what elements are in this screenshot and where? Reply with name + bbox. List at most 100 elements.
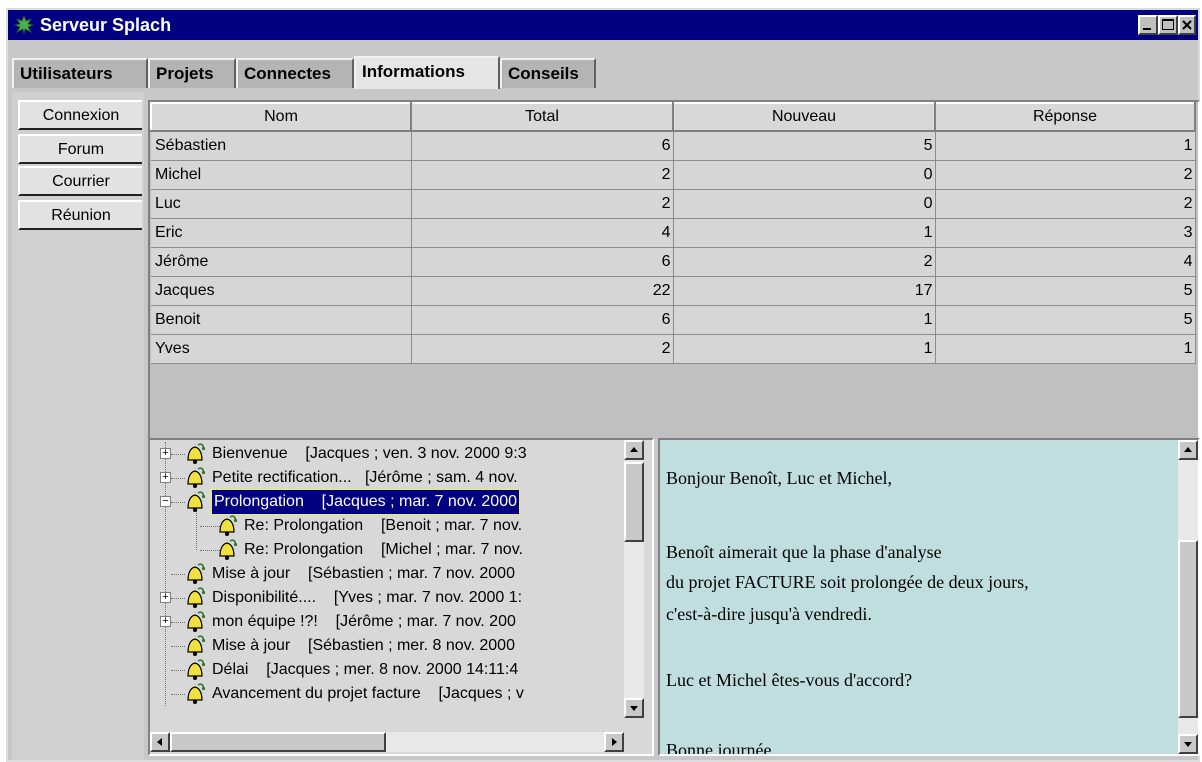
scroll-up-button[interactable] xyxy=(624,440,644,460)
tree-reply-item[interactable]: Re: Prolongation [Michel ; mar. 7 nov. xyxy=(152,538,622,562)
table-row[interactable]: Michel 2 0 2 xyxy=(151,160,1196,190)
expand-icon[interactable]: + xyxy=(160,471,171,483)
cell-nouveau: 17 xyxy=(673,276,936,306)
cell-nouveau: 0 xyxy=(673,160,936,190)
cell-total: 6 xyxy=(411,247,674,277)
cell-nom: Eric xyxy=(151,218,412,248)
table-row[interactable]: Benoit 6 1 5 xyxy=(151,305,1196,335)
cell-reponse: 1 xyxy=(935,131,1196,161)
message-tree: + Bienvenue [Jacques ; ven. 3 nov. 2000 9… xyxy=(152,442,622,718)
collapse-icon[interactable]: − xyxy=(160,495,171,507)
forum-stats-table: Nom Total Nouveau Réponse Sébastien 6 5 1 M… xyxy=(148,100,1200,438)
bell-icon xyxy=(182,658,208,682)
column-header-nouveau[interactable]: Nouveau xyxy=(672,102,936,132)
bell-icon xyxy=(182,610,208,634)
sidetab-connexion[interactable]: Connexion xyxy=(18,100,142,130)
table-row[interactable]: Sébastien 6 5 1 xyxy=(151,131,1196,161)
scroll-left-button[interactable] xyxy=(150,732,170,752)
close-button[interactable] xyxy=(1178,15,1196,35)
scroll-down-button[interactable] xyxy=(624,698,644,718)
message-line: Luc et Michel êtes-vous d'accord? xyxy=(666,670,913,690)
table-row[interactable]: Jacques 22 17 5 xyxy=(151,276,1196,306)
cell-nouveau: 5 xyxy=(673,131,936,161)
scroll-thumb[interactable] xyxy=(1178,540,1198,718)
tree-item[interactable]: + Bienvenue [Jacques ; ven. 3 nov. 2000 9… xyxy=(152,442,622,466)
message-body[interactable]: Bonjour Benoît, Luc et Michel, Benoît ai… xyxy=(666,442,1176,754)
column-header-nom[interactable]: Nom xyxy=(150,102,412,132)
message-view-panel: Bonjour Benoît, Luc et Michel, Benoît ai… xyxy=(658,438,1200,756)
tree-item[interactable]: Délai [Jacques ; mer. 8 nov. 2000 14:11:… xyxy=(152,658,622,682)
table-row[interactable]: Jérôme 6 2 4 xyxy=(151,247,1196,277)
cell-reponse: 3 xyxy=(935,218,1196,248)
minimize-button[interactable] xyxy=(1138,15,1158,35)
cell-total: 22 xyxy=(411,276,674,306)
scroll-down-button[interactable] xyxy=(1178,734,1198,754)
scroll-thumb[interactable] xyxy=(624,462,644,542)
expand-icon[interactable]: + xyxy=(160,615,171,627)
scroll-right-button[interactable] xyxy=(604,732,624,752)
tree-item[interactable]: + Petite rectification... [Jérôme ; sam. … xyxy=(152,466,622,490)
bell-icon xyxy=(182,466,208,490)
scroll-thumb[interactable] xyxy=(170,732,386,752)
message-line: Bonjour Benoît, Luc et Michel, xyxy=(666,468,892,488)
tree-item-label: Re: Prolongation [Michel ; mar. 7 nov. xyxy=(244,541,523,558)
cell-total: 4 xyxy=(411,218,674,248)
bell-icon xyxy=(182,562,208,586)
cell-nom: Jacques xyxy=(151,276,412,306)
sidetab-reunion[interactable]: Réunion xyxy=(18,200,142,230)
tree-horizontal-scrollbar[interactable] xyxy=(150,732,624,752)
column-header-reponse[interactable]: Réponse xyxy=(934,102,1196,132)
tree-item[interactable]: Mise à jour [Sébastien ; mer. 8 nov. 200… xyxy=(152,634,622,658)
cell-total: 2 xyxy=(411,189,674,219)
tab-conseils[interactable]: Conseils xyxy=(500,58,596,88)
maximize-button[interactable] xyxy=(1158,15,1178,35)
tree-item[interactable]: Mise à jour [Sébastien ; mar. 7 nov. 200… xyxy=(152,562,622,586)
main-window: Serveur Splach Utilisateurs Projets Conn… xyxy=(6,8,1200,762)
cell-total: 2 xyxy=(411,160,674,190)
scroll-up-button[interactable] xyxy=(1178,440,1198,460)
tree-item[interactable]: + mon équipe !?! [Jérôme ; mar. 7 nov. 20… xyxy=(152,610,622,634)
tab-informations[interactable]: Informations xyxy=(354,56,500,89)
tab-connectes[interactable]: Connectes xyxy=(236,58,354,88)
tree-item-label: Bienvenue [Jacques ; ven. 3 nov. 2000 9:… xyxy=(212,445,527,462)
message-line: Benoît aimerait que la phase d'analyse xyxy=(666,542,942,562)
cell-nom: Michel xyxy=(151,160,412,190)
tree-item[interactable]: Avancement du projet facture [Jacques ; … xyxy=(152,682,622,706)
tree-item-label: Délai [Jacques ; mer. 8 nov. 2000 14:11:… xyxy=(212,661,519,678)
tree-vertical-scrollbar[interactable] xyxy=(624,440,644,718)
cell-reponse: 5 xyxy=(935,305,1196,335)
tree-reply-item[interactable]: Re: Prolongation [Benoit ; mar. 7 nov. xyxy=(152,514,622,538)
table-row[interactable]: Eric 4 1 3 xyxy=(151,218,1196,248)
table-row[interactable]: Luc 2 0 2 xyxy=(151,189,1196,219)
table-row[interactable]: Yves 2 1 1 xyxy=(151,334,1196,364)
cell-reponse: 2 xyxy=(935,189,1196,219)
expand-icon[interactable]: + xyxy=(160,447,171,459)
message-tree-panel: + Bienvenue [Jacques ; ven. 3 nov. 2000 9… xyxy=(148,438,654,756)
column-header-total[interactable]: Total xyxy=(410,102,674,132)
cell-nom: Sébastien xyxy=(151,131,412,161)
sidetab-courrier[interactable]: Courrier xyxy=(18,166,142,196)
cell-reponse: 2 xyxy=(935,160,1196,190)
expand-icon[interactable]: + xyxy=(160,591,171,603)
tab-projets[interactable]: Projets xyxy=(148,58,236,88)
cell-total: 2 xyxy=(411,334,674,364)
message-vertical-scrollbar[interactable] xyxy=(1178,440,1198,754)
tab-utilisateurs[interactable]: Utilisateurs xyxy=(12,58,148,88)
cell-reponse: 5 xyxy=(935,276,1196,306)
tree-item-label: Mise à jour [Sébastien ; mar. 7 nov. 200… xyxy=(212,565,515,582)
message-line: Bonne journée. xyxy=(666,740,776,754)
bell-icon xyxy=(214,538,240,562)
side-tab-panel: Connexion Forum Courrier Réunion xyxy=(12,92,144,760)
bell-icon xyxy=(182,490,208,514)
tree-item[interactable]: + Disponibilité.... [Yves ; mar. 7 nov. 2… xyxy=(152,586,622,610)
tree-item[interactable]: − Prolongation [Jacques ; mar. 7 nov. 200… xyxy=(152,489,622,515)
window-title: Serveur Splach xyxy=(40,15,172,35)
cell-total: 6 xyxy=(411,305,674,335)
sidetab-forum[interactable]: Forum xyxy=(18,134,142,164)
tree-icon xyxy=(14,15,34,35)
cell-nouveau: 1 xyxy=(673,334,936,364)
cell-total: 6 xyxy=(411,131,674,161)
tree-item-label: Avancement du projet facture [Jacques ; … xyxy=(212,685,524,702)
title-bar[interactable]: Serveur Splach xyxy=(8,10,1198,40)
cell-reponse: 4 xyxy=(935,247,1196,277)
